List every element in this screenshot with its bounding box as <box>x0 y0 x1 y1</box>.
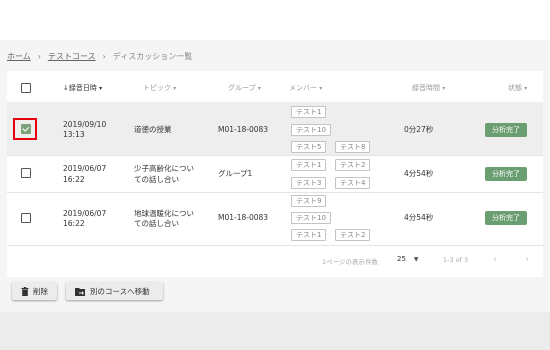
delete-button[interactable]: 削除 <box>12 282 57 300</box>
row-group: M01-18-0083 <box>218 213 269 222</box>
row-date: 2019/06/07 <box>63 164 107 173</box>
row-topic-line2: ての話し合い <box>134 175 179 184</box>
row-topic: 道徳の授業 <box>134 125 172 134</box>
member-chip: テスト1 <box>291 229 327 241</box>
status-badge: 分析完了 <box>485 211 527 225</box>
member-chip: テスト9 <box>291 195 327 207</box>
member-chip: テスト4 <box>335 177 371 189</box>
divider <box>7 155 543 156</box>
breadcrumb-separator: › <box>37 52 41 61</box>
row-topic: 少子高齢化につい <box>134 164 194 173</box>
breadcrumb-current: ディスカッション一覧 <box>112 52 193 61</box>
breadcrumb: ホーム › テストコース › ディスカッション一覧 <box>7 51 192 62</box>
member-chip: テスト8 <box>335 141 371 153</box>
sort-caret-icon: ▾ <box>442 85 446 92</box>
row-time: 13:13 <box>63 130 85 139</box>
row-duration: 4分54秒 <box>404 213 434 222</box>
row-group: M01-18-0083 <box>218 125 269 134</box>
column-header-date[interactable]: ↓録音日時 ▾ <box>63 83 102 93</box>
row-time: 16:22 <box>63 219 85 228</box>
row-duration: 4分54秒 <box>404 169 434 178</box>
move-to-course-button[interactable]: 別のコースへ移動 <box>66 282 163 300</box>
member-chip: テスト10 <box>291 124 331 136</box>
status-badge: 分析完了 <box>485 167 527 181</box>
divider <box>7 245 543 246</box>
sort-caret-icon: ▾ <box>173 85 177 92</box>
member-chip: テスト1 <box>291 106 327 118</box>
row-duration: 0分27秒 <box>404 125 434 134</box>
next-page-icon[interactable]: › <box>525 254 529 265</box>
sort-caret-icon: ▾ <box>524 85 528 92</box>
rows-per-page-label: 1ページの表示件数 <box>322 258 379 266</box>
breadcrumb-course-link[interactable]: テストコース <box>48 52 96 61</box>
row-checkbox-checked[interactable] <box>21 124 31 134</box>
breadcrumb-home-link[interactable]: ホーム <box>7 52 31 61</box>
member-chip: テスト1 <box>291 159 327 171</box>
column-header-status[interactable]: 状態 ▾ <box>508 83 527 93</box>
dropdown-arrow-icon: ▼ <box>413 256 419 263</box>
sort-caret-icon: ▾ <box>99 85 103 92</box>
trash-icon <box>21 286 29 296</box>
member-chip: テスト3 <box>291 177 327 189</box>
previous-page-icon[interactable]: ‹ <box>493 254 497 265</box>
row-date: 2019/06/07 <box>63 209 107 218</box>
row-time: 16:22 <box>63 175 85 184</box>
page-range: 1-3 of 3 <box>443 256 469 264</box>
row-group: グループ1 <box>218 169 253 178</box>
column-header-group[interactable]: グループ ▾ <box>228 83 261 93</box>
divider <box>7 192 543 193</box>
rows-per-page-select[interactable]: 25 ▼ <box>397 255 419 263</box>
member-chip: テスト10 <box>291 212 331 224</box>
column-header-topic[interactable]: トピック ▾ <box>143 83 176 93</box>
status-badge: 分析完了 <box>485 123 527 137</box>
row-date: 2019/09/10 <box>63 120 107 129</box>
sort-caret-icon: ▾ <box>319 85 323 92</box>
column-header-members[interactable]: メンバー ▾ <box>289 83 322 93</box>
row-checkbox[interactable] <box>21 213 31 223</box>
top-bar <box>0 0 550 40</box>
folder-move-icon <box>75 287 85 296</box>
member-chip: テスト2 <box>335 159 371 171</box>
member-chip: テスト2 <box>335 229 371 241</box>
row-checkbox[interactable] <box>21 168 31 178</box>
column-header-duration[interactable]: 録音時間 ▾ <box>412 83 445 93</box>
select-all-checkbox[interactable] <box>21 83 31 93</box>
row-topic-line2: ての話し合い <box>134 219 179 228</box>
row-topic: 地球温暖化につい <box>134 209 194 218</box>
member-chip: テスト5 <box>291 141 327 153</box>
sort-caret-icon: ▾ <box>257 85 261 92</box>
breadcrumb-separator: › <box>102 52 106 61</box>
